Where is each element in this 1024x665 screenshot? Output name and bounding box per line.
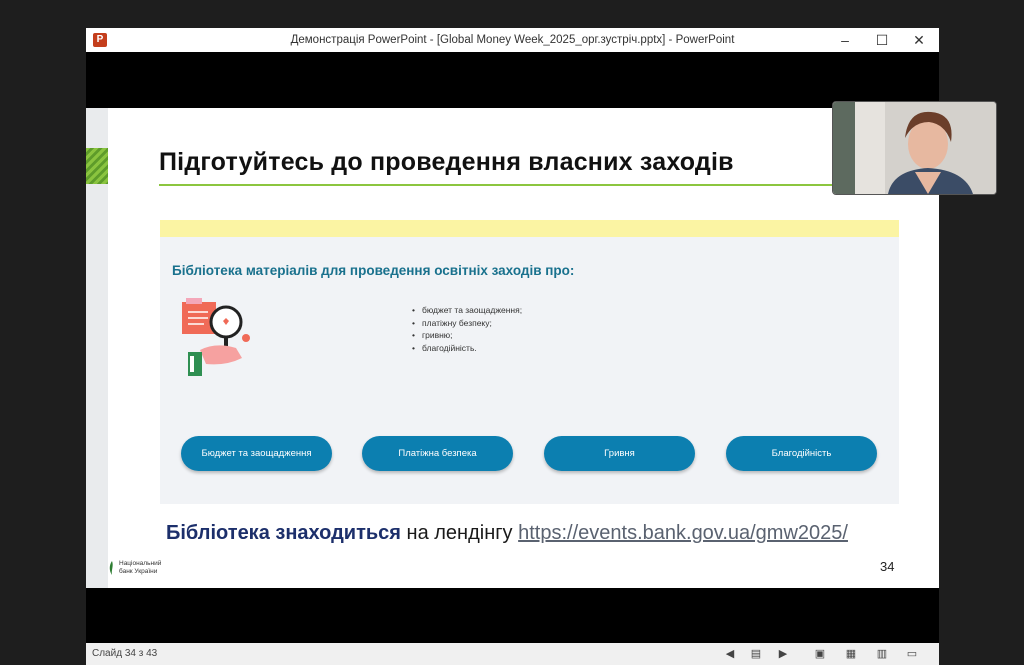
- panel-heading: Бібліотека матеріалів для проведення осв…: [172, 263, 575, 278]
- library-note-text: на лендінгу: [400, 522, 519, 544]
- library-note-bold: Бібліотека знаходиться: [166, 522, 401, 544]
- nbu-logo-text: Національний банк України: [119, 560, 161, 576]
- nbu-logo-line2: банк України: [119, 568, 158, 575]
- nbu-logo-icon: [109, 561, 113, 575]
- title-bar: P Демонстрація PowerPoint - [Global Mone…: [86, 28, 939, 52]
- powerpoint-window: P Демонстрація PowerPoint - [Global Mone…: [86, 28, 939, 665]
- webcam-video: [832, 101, 997, 195]
- minimize-button[interactable]: –: [827, 28, 863, 52]
- presenter-view-icon[interactable]: ▭: [904, 646, 920, 662]
- magnifier-illustration-icon: [182, 298, 250, 376]
- slide[interactable]: Підготуйтесь до проведення власних заход…: [86, 108, 939, 588]
- previous-icon[interactable]: ◀: [722, 646, 738, 662]
- status-bar: Слайд 34 з 43 ◀ ▤ ▶ ▣ ▦ ▥ ▭: [86, 643, 939, 665]
- slide-sorter-icon[interactable]: ▤: [748, 646, 764, 662]
- hryvnia-button[interactable]: Гривня: [544, 436, 695, 471]
- library-note: Бібліотека знаходиться на лендінгу https…: [166, 522, 848, 545]
- grid-view-icon[interactable]: ▦: [843, 646, 859, 662]
- charity-button[interactable]: Благодійність: [726, 436, 877, 471]
- next-icon[interactable]: ▶: [775, 646, 791, 662]
- materials-panel: Бібліотека матеріалів для проведення осв…: [160, 220, 899, 504]
- window-title: Демонстрація PowerPoint - [Global Money …: [290, 34, 735, 46]
- nbu-logo: Національний банк України: [108, 560, 168, 578]
- reading-view-icon[interactable]: ▥: [874, 646, 890, 662]
- normal-view-icon[interactable]: ▣: [812, 646, 828, 662]
- panel-yellow-band: [160, 220, 899, 237]
- title-underline: [159, 184, 849, 186]
- list-item: бюджет та заощадження;: [412, 304, 522, 317]
- slide-title: Підготуйтесь до проведення власних заход…: [159, 148, 734, 176]
- list-item: благодійність.: [412, 342, 522, 355]
- topics-list: бюджет та заощадження; платіжну безпеку;…: [412, 304, 522, 354]
- decorative-pattern: [86, 148, 108, 184]
- nbu-logo-line1: Національний: [119, 560, 162, 567]
- maximize-button[interactable]: ☐: [864, 28, 900, 52]
- presenter-video-icon: [833, 102, 996, 194]
- landing-link[interactable]: https://events.bank.gov.ua/gmw2025/: [518, 522, 848, 544]
- list-item: гривню;: [412, 329, 522, 342]
- list-item: платіжну безпеку;: [412, 317, 522, 330]
- slide-number: 34: [880, 559, 895, 574]
- close-button[interactable]: ✕: [901, 28, 937, 52]
- slide-counter: Слайд 34 з 43: [92, 648, 158, 659]
- payment-security-button[interactable]: Платіжна безпека: [362, 436, 513, 471]
- budget-savings-button[interactable]: Бюджет та заощадження: [181, 436, 332, 471]
